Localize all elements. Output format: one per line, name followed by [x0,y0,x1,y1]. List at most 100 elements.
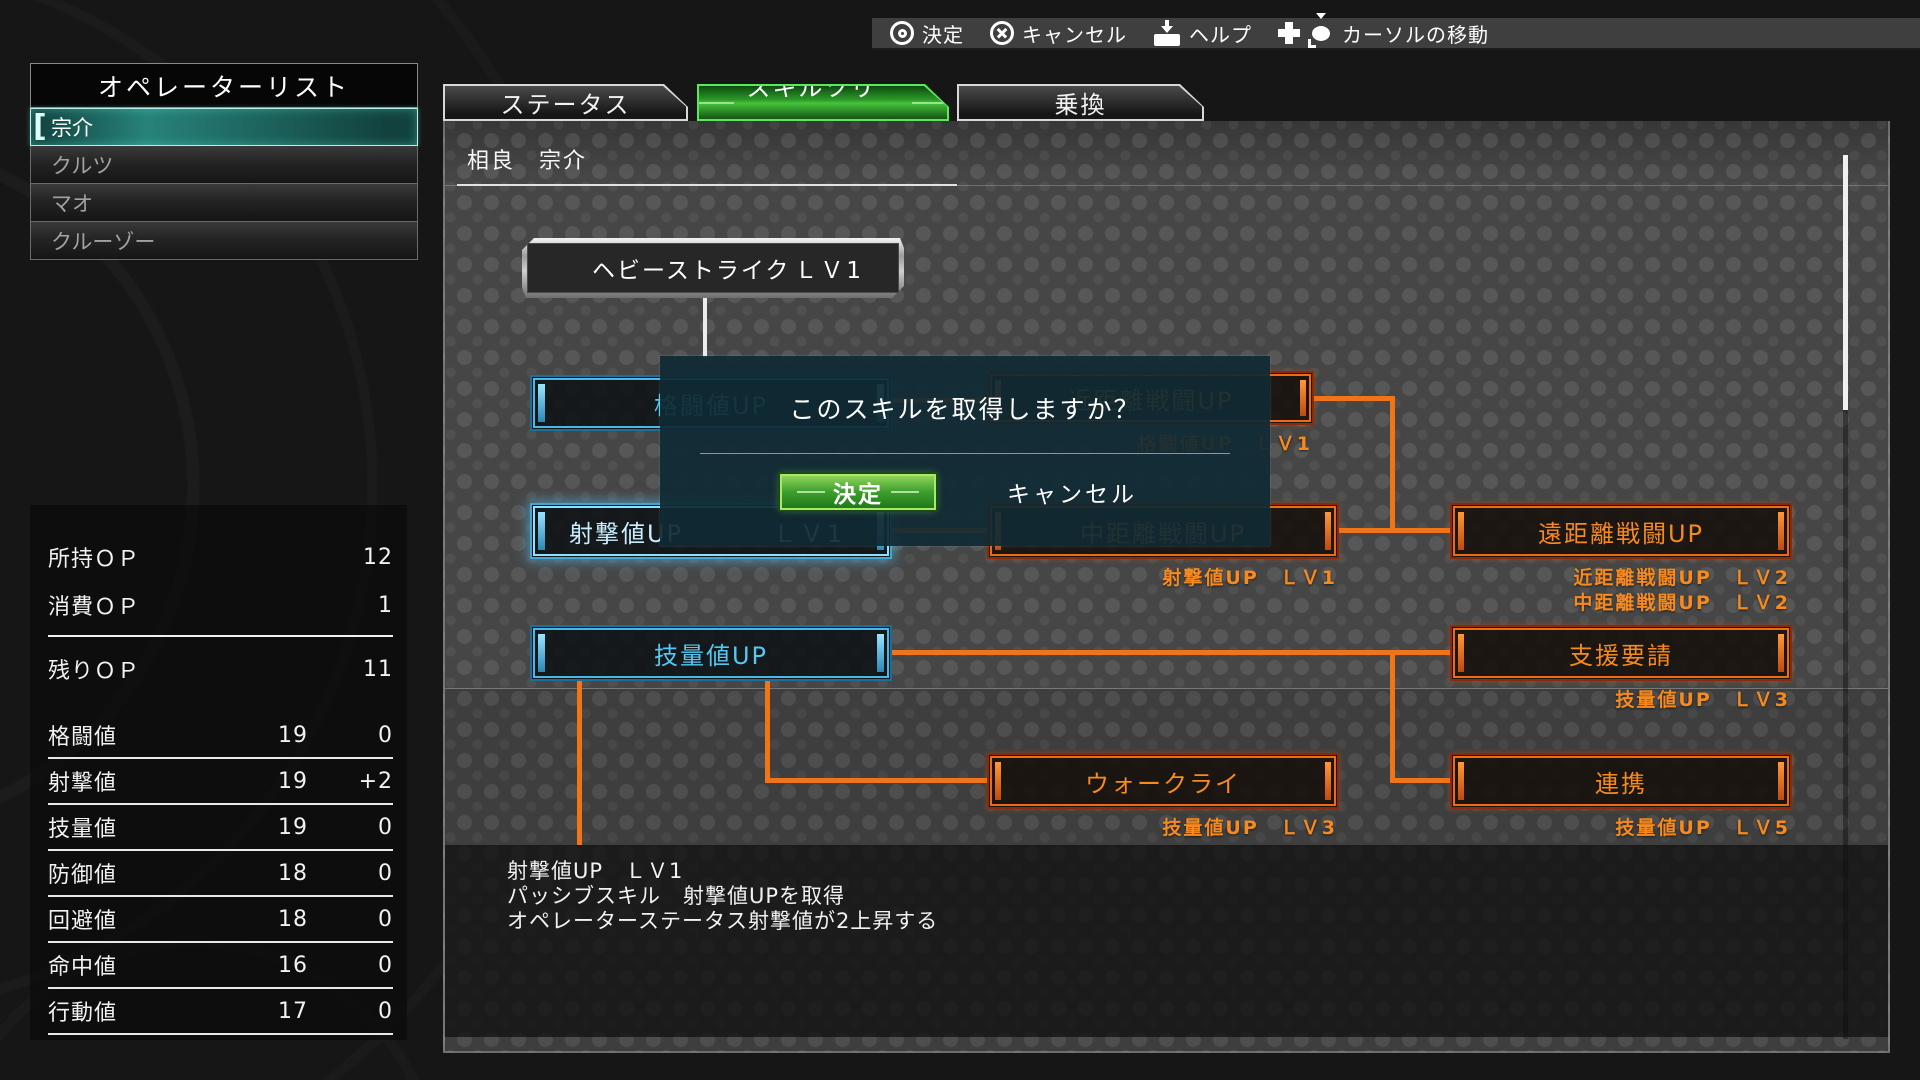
operator-row-clouseau[interactable]: クルーゾー [30,222,418,260]
operator-row-sousuke[interactable]: [ 宗介 [30,108,418,146]
touchpad-down-icon [1153,20,1181,46]
description-line: 射撃値UP ＬＶ1 [507,859,1868,884]
hint-help: ヘルプ [1153,19,1252,48]
stats-panel: 所持ＯＰ 12 消費ＯＰ 1 残りＯＰ 11 格闘値 19 0 射撃値 19 +… [30,505,407,1040]
cancel-button-label: キャンセル [1007,475,1137,509]
decor-line [797,491,825,493]
tab-skill-tree[interactable]: スキルツリー [697,84,949,121]
description-line: パッシブスキル 射撃値UPを取得 [507,884,1868,909]
stat-value: 17 [238,999,308,1024]
skill-node-requirement: 射撃値UP ＬＶ1 [1162,566,1337,591]
hint-confirm: 決定 [890,19,964,48]
skill-node-requirement: 技量値UP ＬＶ5 [1615,816,1790,841]
left-stick-icon [1308,20,1334,46]
description-line: オペレーターステータス射撃値が2上昇する [507,909,1868,934]
stat-value: 18 [238,907,308,932]
stat-label: 射撃値 [48,765,238,797]
stat-label: 格闘値 [48,719,238,751]
op-label: 消費ＯＰ [48,589,140,621]
hint-cursor-move: カーソルの移動 [1278,19,1489,48]
stat-value: 19 [238,815,308,840]
tab-label: ステータス [501,85,631,120]
skill-node-requirement: 技量値UP ＬＶ3 [1162,816,1337,841]
stat-row-defense: 防御値 18 0 [48,851,393,897]
operator-name-label: クルツ [51,150,113,180]
op-value: 11 [363,657,393,682]
controller-hint-bar: 決定 キャンセル ヘルプ カーソルの移動 [872,18,1920,50]
skill-node-cooperation[interactable]: 連携 技量値UP ＬＶ5 [1450,753,1792,809]
circle-button-icon [890,21,914,45]
skill-node-heavy-strike[interactable]: ヘビーストライク ＬＶ1 [522,238,904,298]
stat-label: 回避値 [48,903,238,935]
cancel-button[interactable]: キャンセル [994,474,1150,510]
connector [1314,396,1392,401]
stat-row-melee: 格闘値 19 0 [48,713,393,759]
stat-rows: 格闘値 19 0 射撃値 19 +2 技量値 19 0 防御値 18 0 回避値… [48,713,393,1035]
confirm-button[interactable]: 決定 [780,474,936,510]
skill-node-label: ウォークライ [1085,764,1241,799]
cross-button-icon [990,21,1014,45]
divider-highlight [457,184,957,186]
connector [765,778,987,783]
scrollbar-thumb[interactable] [1843,155,1848,410]
stat-label: 防御値 [48,857,238,889]
skill-node-skill-up[interactable]: 技量値UP [530,625,892,681]
operator-list: オペレーターリスト [ 宗介 クルツ マオ クルーゾー [30,63,418,260]
operator-row-mao[interactable]: マオ [30,184,418,222]
operator-name-label: クルーゾー [51,226,155,256]
connector [1390,396,1395,533]
tab-label: 乗換 [1055,85,1107,120]
dialog-message: このスキルを取得しますか？ [660,390,1270,426]
selection-cursor: [ [33,110,47,144]
stat-bonus: 0 [308,815,393,840]
op-label: 残りＯＰ [48,653,140,685]
hint-cursor-move-label: カーソルの移動 [1342,19,1489,48]
tab-status[interactable]: ステータス [443,84,688,121]
op-separator [48,635,393,637]
operator-list-title: オペレーターリスト [30,63,418,108]
op-row-owned: 所持ＯＰ 12 [48,533,393,581]
hint-help-label: ヘルプ [1189,19,1252,48]
connector [577,681,582,845]
stat-value: 18 [238,861,308,886]
dialog-divider [700,453,1230,454]
decor-line [891,491,919,493]
skill-node-label: 技量値UP [654,636,768,671]
stat-bonus: +2 [308,769,393,794]
skill-node-requirement: 技量値UP ＬＶ3 [1615,688,1790,713]
stat-row-action: 行動値 17 0 [48,989,393,1035]
stat-bonus: 0 [308,861,393,886]
stat-bonus: 0 [308,907,393,932]
stat-bonus: 0 [308,999,393,1024]
stat-label: 命中値 [48,949,238,981]
stat-value: 16 [238,953,308,978]
op-row-cost: 消費ＯＰ 1 [48,581,393,629]
skill-node-label: ヘビーストライク [592,251,790,285]
skill-node-war-cry[interactable]: ウォークライ 技量値UP ＬＶ3 [987,753,1339,809]
skill-tree-panel: 相良 宗介 ヘビーストライク ＬＶ1 格闘値UP 近距離戦闘UP 格闘値UP Ｌ… [443,121,1890,1053]
operator-row-kurz[interactable]: クルツ [30,146,418,184]
stat-row-shooting: 射撃値 19 +2 [48,759,393,805]
hint-confirm-label: 決定 [922,19,964,48]
op-value: 1 [378,593,393,618]
stat-bonus: 0 [308,723,393,748]
connector [1390,650,1395,781]
operator-name-label: マオ [51,188,93,218]
skill-node-label: 支援要請 [1569,636,1673,671]
tab-transfer[interactable]: 乗換 [957,84,1204,121]
hint-cancel: キャンセル [990,19,1127,48]
confirm-button-label: 決定 [833,475,883,509]
connector [1339,528,1450,533]
confirm-dialog: このスキルを取得しますか？ 決定 キャンセル [660,356,1270,546]
skill-node-support-request[interactable]: 支援要請 技量値UP ＬＶ3 [1450,625,1792,681]
connector [703,296,707,358]
skill-node-long-combat-up[interactable]: 遠距離戦闘UP 近距離戦闘UP ＬＶ2 中距離戦闘UP ＬＶ2 [1450,503,1792,559]
stat-row-skill: 技量値 19 0 [48,805,393,851]
skill-node-requirement: 近距離戦闘UP ＬＶ2 中距離戦闘UP ＬＶ2 [1573,566,1790,616]
skill-node-label: 遠距離戦闘UP [1538,514,1704,549]
operator-full-name: 相良 宗介 [467,143,587,175]
stat-value: 19 [238,769,308,794]
page: { "top_bar": { "hints": [ { "icon": "cir… [0,0,1920,1080]
connector [765,681,770,781]
skill-node-level: ＬＶ1 [794,251,864,285]
